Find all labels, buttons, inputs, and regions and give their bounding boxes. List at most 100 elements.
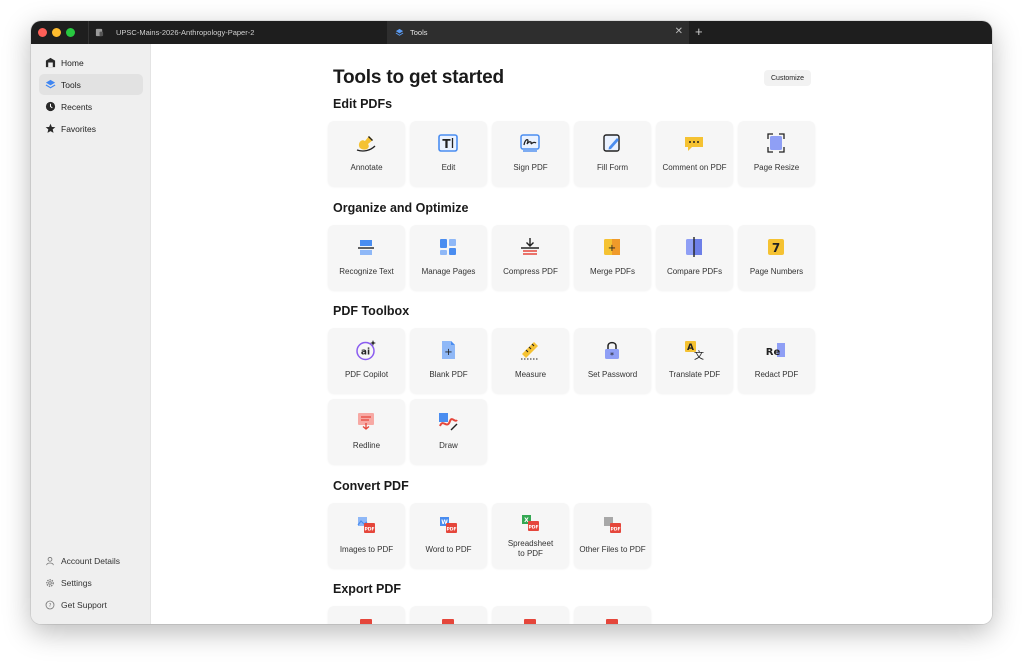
tool-tile-recognize-text[interactable]: Recognize Text xyxy=(328,225,405,290)
svg-text:PDF: PDF xyxy=(446,527,456,533)
redact-icon: Re xyxy=(765,339,787,361)
close-tab-icon[interactable]: ✕ xyxy=(675,26,683,37)
compare-icon xyxy=(683,236,705,258)
sidebar-item-tools[interactable]: Tools xyxy=(39,74,143,95)
tool-tile-fill-form[interactable]: Fill Form xyxy=(574,121,651,186)
sidebar-item-account-details[interactable]: Account Details xyxy=(39,550,143,571)
tool-tile-spreadsheet-to-pdf[interactable]: X PDF Spreadsheet to PDF xyxy=(492,503,569,568)
tool-tile-page-numbers[interactable]: 7 Page Numbers xyxy=(738,225,815,290)
close-window-button[interactable] xyxy=(38,28,47,37)
tool-label: Draw xyxy=(439,441,458,450)
tool-tile-comment-on-pdf[interactable]: Comment on PDF xyxy=(656,121,733,186)
svg-text:+: + xyxy=(444,347,452,358)
tool-tile-measure[interactable]: Measure xyxy=(492,328,569,393)
tool-label: Spreadsheet to PDF xyxy=(507,539,554,558)
tool-tile-export[interactable] xyxy=(328,606,405,624)
tab-document[interactable]: UPSC-Mains-2026-Anthropology-Paper-2 xyxy=(88,21,387,44)
tool-tile-translate-pdf[interactable]: A文 Translate PDF xyxy=(656,328,733,393)
star-icon xyxy=(44,123,56,135)
gear-icon xyxy=(44,577,56,589)
tool-tile-compare-pdfs[interactable]: Compare PDFs xyxy=(656,225,733,290)
tool-label: Annotate xyxy=(350,163,383,172)
sidebar-item-label: Settings xyxy=(61,577,92,588)
zoom-window-button[interactable] xyxy=(66,28,75,37)
new-tab-button[interactable]: + xyxy=(695,24,703,39)
ocr-icon xyxy=(355,236,377,258)
tool-tile-export[interactable] xyxy=(574,606,651,624)
section-title-organize-optimize: Organize and Optimize xyxy=(333,201,469,215)
tool-tile-merge-pdfs[interactable]: + Merge PDFs xyxy=(574,225,651,290)
tool-label: Comment on PDF xyxy=(662,163,727,172)
blank-page-icon: + xyxy=(437,339,459,361)
sidebar-item-favorites[interactable]: Favorites xyxy=(39,118,143,139)
section-title-edit-pdfs: Edit PDFs xyxy=(333,97,393,111)
svg-text:PDF: PDF xyxy=(528,525,538,531)
app-window: UPSC-Mains-2026-Anthropology-Paper-2 Too… xyxy=(31,21,992,624)
help-icon: ? xyxy=(44,599,56,611)
tool-label: Manage Pages xyxy=(421,267,476,276)
home-icon xyxy=(44,57,56,69)
tool-tile-redline[interactable]: Redline xyxy=(328,399,405,464)
pdf-export-icon xyxy=(355,617,377,624)
page-number-icon: 7 xyxy=(765,236,787,258)
sidebar-item-label: Recents xyxy=(61,101,93,112)
translate-icon: A文 xyxy=(683,339,705,361)
tool-tile-set-password[interactable]: * Set Password xyxy=(574,328,651,393)
signature-icon xyxy=(519,132,541,154)
ai-icon: ai xyxy=(355,339,377,361)
sidebar-item-settings[interactable]: Settings xyxy=(39,572,143,593)
tool-tile-draw[interactable]: Draw xyxy=(410,399,487,464)
tool-tile-export[interactable] xyxy=(492,606,569,624)
svg-text:A: A xyxy=(687,343,694,353)
tool-tile-other-files-to-pdf[interactable]: PDF Other Files to PDF xyxy=(574,503,651,568)
section-title-export-pdf: Export PDF xyxy=(333,582,402,596)
svg-text:PDF: PDF xyxy=(364,527,374,533)
lock-icon: * xyxy=(601,339,623,361)
tools-layers-icon xyxy=(395,28,404,37)
spreadsheet-to-pdf-icon: X PDF xyxy=(519,512,541,534)
minimize-window-button[interactable] xyxy=(52,28,61,37)
sidebar-item-label: Get Support xyxy=(61,599,107,610)
customize-button[interactable]: Customize xyxy=(764,70,812,86)
image-to-pdf-icon: PDF xyxy=(355,514,377,536)
comment-icon xyxy=(683,132,705,154)
page-title: Tools to get started xyxy=(333,67,504,88)
tool-label: Translate PDF xyxy=(668,370,721,379)
tool-label: Set Password xyxy=(587,370,638,379)
tools-main: Tools to get started Customize Edit PDFs… xyxy=(151,44,992,624)
tool-tile-compress-pdf[interactable]: Compress PDF xyxy=(492,225,569,290)
tool-label: Redline xyxy=(352,441,381,450)
sidebar-item-recents[interactable]: Recents xyxy=(39,96,143,117)
tool-tile-export[interactable] xyxy=(410,606,487,624)
tab-title: UPSC-Mains-2026-Anthropology-Paper-2 xyxy=(116,28,255,37)
tool-label: Edit xyxy=(441,163,456,172)
tool-label: Redact PDF xyxy=(754,370,799,379)
tool-tile-images-to-pdf[interactable]: PDF Images to PDF xyxy=(328,503,405,568)
tool-tile-page-resize[interactable]: Page Resize xyxy=(738,121,815,186)
tool-tile-sign-pdf[interactable]: Sign PDF xyxy=(492,121,569,186)
tool-tile-manage-pages[interactable]: Manage Pages xyxy=(410,225,487,290)
sidebar-item-label: Favorites xyxy=(61,123,96,134)
sidebar-item-label: Home xyxy=(61,57,84,68)
tool-label: Images to PDF xyxy=(339,545,394,554)
ruler-icon xyxy=(519,339,541,361)
compress-icon xyxy=(519,236,541,258)
svg-text:Re: Re xyxy=(766,347,781,358)
sidebar-item-home[interactable]: Home xyxy=(39,52,143,73)
svg-text:ai: ai xyxy=(361,348,370,358)
tool-tile-blank-pdf[interactable]: + Blank PDF xyxy=(410,328,487,393)
tab-tools[interactable]: Tools ✕ xyxy=(387,21,689,44)
form-pencil-icon xyxy=(601,132,623,154)
tool-tile-annotate[interactable]: Annotate xyxy=(328,121,405,186)
tool-tile-word-to-pdf[interactable]: W PDF Word to PDF xyxy=(410,503,487,568)
svg-text:T: T xyxy=(442,137,451,151)
sidebar-item-label: Account Details xyxy=(61,555,121,566)
tool-tile-pdf-copilot[interactable]: ai PDF Copilot xyxy=(328,328,405,393)
sidebar-item-get-support[interactable]: ? Get Support xyxy=(39,594,143,615)
window-controls xyxy=(38,28,75,37)
tool-tile-redact-pdf[interactable]: Re Redact PDF xyxy=(738,328,815,393)
section-title-convert-pdf: Convert PDF xyxy=(333,479,409,493)
tool-label: Measure xyxy=(514,370,547,379)
sidebar-item-label: Tools xyxy=(61,79,81,90)
tool-tile-edit[interactable]: T Edit xyxy=(410,121,487,186)
